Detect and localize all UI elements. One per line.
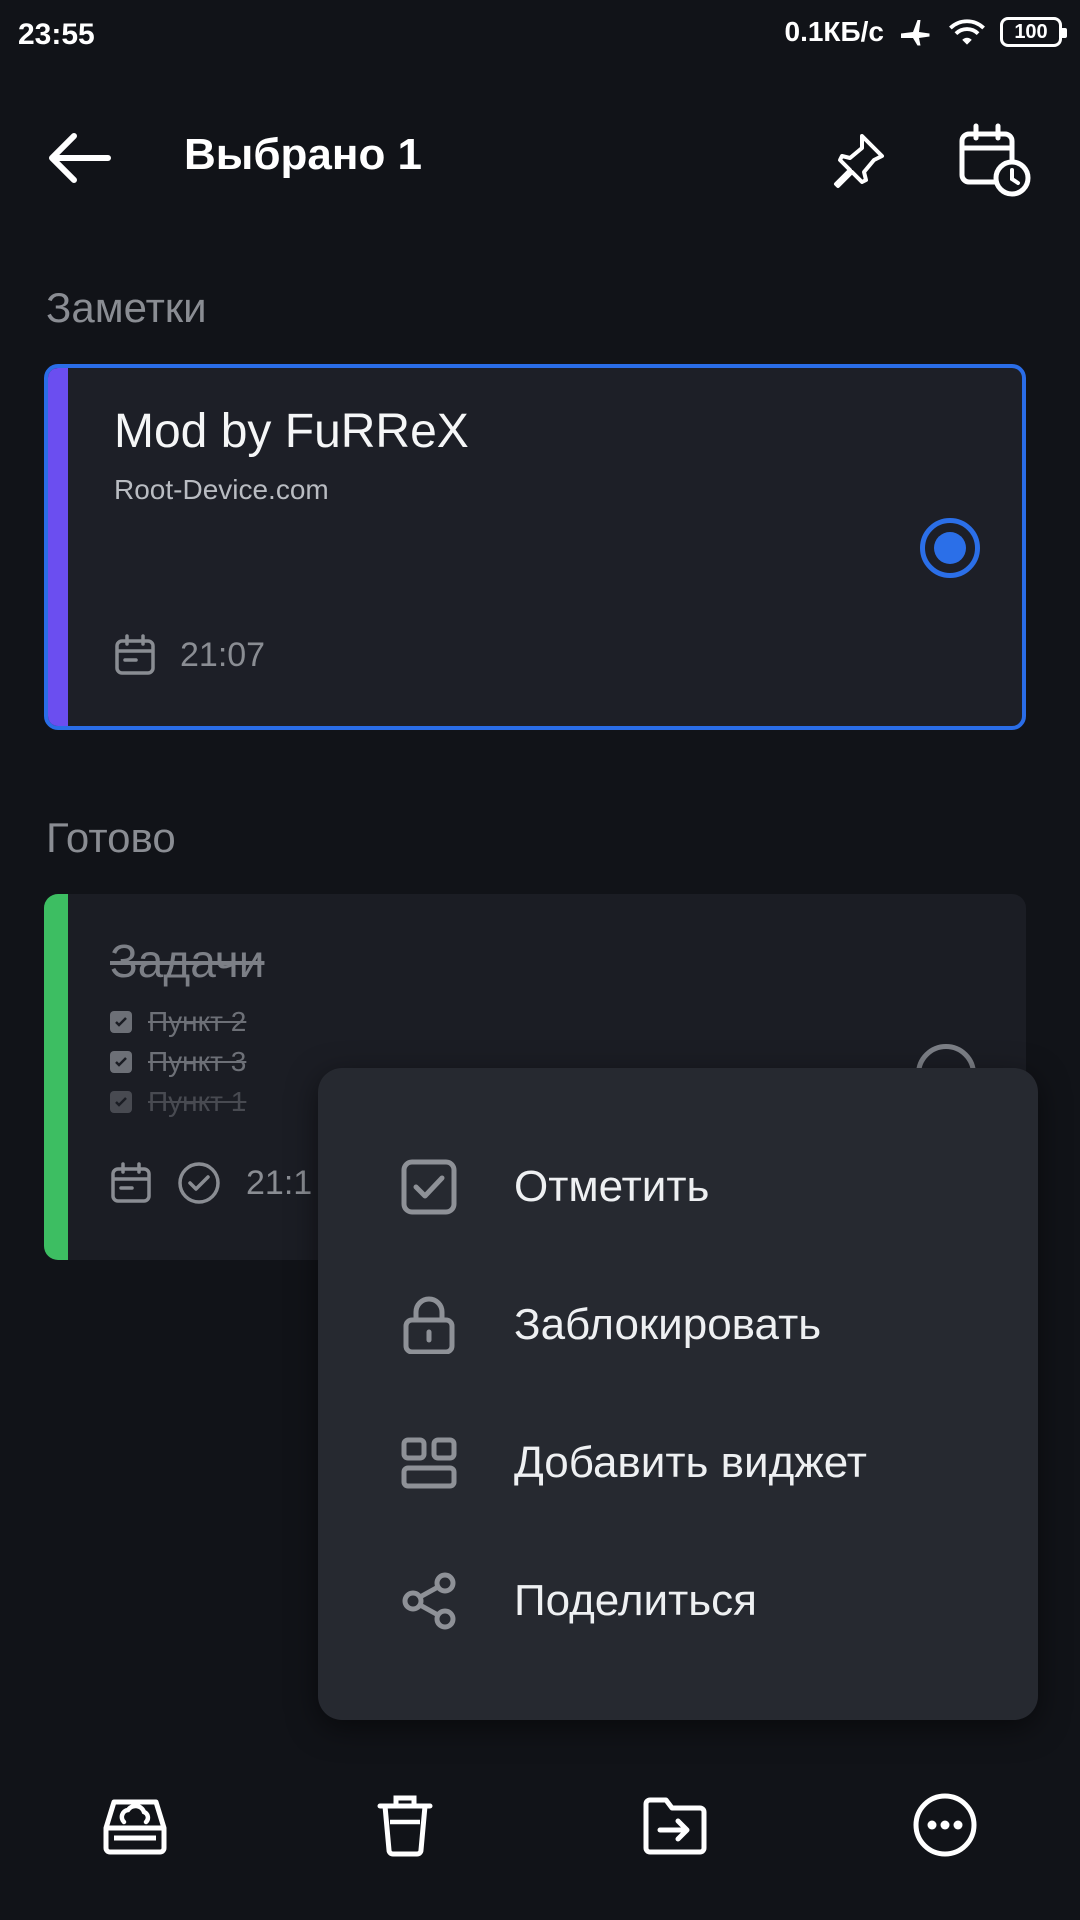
back-button[interactable] bbox=[44, 128, 124, 188]
pin-icon bbox=[834, 134, 884, 188]
lock-icon bbox=[403, 1296, 455, 1354]
selection-radio-checked[interactable] bbox=[920, 518, 980, 578]
share-icon bbox=[402, 1572, 456, 1630]
status-bar: 23:55 0.1КБ/с 100 bbox=[0, 0, 1080, 72]
delete-button[interactable] bbox=[370, 1790, 450, 1870]
page-title: Выбрано 1 bbox=[184, 130, 423, 179]
checklist-item-label: Пункт 3 bbox=[148, 1046, 247, 1077]
network-speed: 0.1КБ/с bbox=[784, 16, 885, 47]
menu-item-mark[interactable]: Отметить bbox=[318, 1118, 1038, 1256]
arrow-left-icon bbox=[49, 133, 111, 183]
note-subtitle: Root-Device.com bbox=[114, 474, 329, 505]
task-time: 21:1 bbox=[246, 1163, 313, 1202]
note-time: 21:07 bbox=[180, 635, 266, 674]
note-meta: 21:07 bbox=[114, 634, 265, 676]
top-app-bar: Выбрано 1 bbox=[0, 100, 1080, 220]
checklist-item-label: Пункт 2 bbox=[148, 1006, 247, 1037]
trash-icon bbox=[377, 1795, 433, 1857]
status-time: 23:55 bbox=[18, 18, 95, 51]
menu-item-lock[interactable]: Заблокировать bbox=[318, 1256, 1038, 1394]
menu-item-label: Поделиться bbox=[514, 1576, 757, 1625]
folder-move-icon bbox=[643, 1797, 707, 1855]
check-circle-icon bbox=[178, 1162, 220, 1204]
menu-item-label: Отметить bbox=[514, 1162, 710, 1211]
menu-item-label: Заблокировать bbox=[514, 1300, 822, 1349]
bottom-action-bar bbox=[0, 1790, 1080, 1890]
calendar-clock-icon bbox=[959, 123, 1031, 197]
checked-box-icon bbox=[110, 1091, 132, 1113]
battery-icon: 100 bbox=[1000, 17, 1067, 47]
checklist-item: Пункт 3 bbox=[110, 1046, 246, 1078]
task-accent-bar bbox=[44, 894, 68, 1260]
more-button[interactable] bbox=[910, 1790, 990, 1870]
cloud-archive-icon bbox=[103, 1799, 167, 1855]
menu-item-add-widget[interactable]: Добавить виджет bbox=[318, 1394, 1038, 1532]
note-title: Mod by FuRReX bbox=[114, 405, 469, 458]
task-meta: 21:1 bbox=[110, 1160, 312, 1206]
pin-button[interactable] bbox=[826, 128, 896, 198]
move-to-folder-button[interactable] bbox=[640, 1790, 720, 1870]
widget-icon bbox=[401, 1437, 457, 1489]
checked-box-icon bbox=[110, 1011, 132, 1033]
section-notes-label: Заметки bbox=[46, 284, 207, 331]
status-right: 0.1КБ/с 100 bbox=[784, 14, 1067, 50]
note-card-selected[interactable]: Mod by FuRReX Root-Device.com 21:07 bbox=[44, 364, 1026, 730]
checklist-item: Пункт 2 bbox=[110, 1006, 246, 1038]
checked-box-icon bbox=[110, 1051, 132, 1073]
context-menu: Отметить Заблокировать Добавить виджет П… bbox=[318, 1068, 1038, 1720]
calendar-icon bbox=[111, 1162, 151, 1203]
menu-item-label: Добавить виджет bbox=[514, 1438, 867, 1487]
menu-item-share[interactable]: Поделиться bbox=[318, 1532, 1038, 1670]
checkbox-icon bbox=[401, 1159, 457, 1215]
calendar-icon bbox=[115, 634, 155, 675]
archive-button[interactable] bbox=[100, 1790, 180, 1870]
note-accent-bar bbox=[48, 368, 68, 726]
battery-level: 100 bbox=[1014, 20, 1048, 43]
airplane-icon bbox=[901, 20, 930, 46]
section-done-label: Готово bbox=[46, 814, 176, 861]
checklist-item-label: Пункт 1 bbox=[148, 1086, 247, 1117]
task-title: Задачи bbox=[110, 935, 265, 987]
checklist-item: Пункт 1 bbox=[110, 1086, 246, 1118]
wifi-icon bbox=[949, 19, 985, 45]
more-horizontal-icon bbox=[913, 1793, 977, 1857]
reminder-button[interactable] bbox=[956, 122, 1036, 202]
